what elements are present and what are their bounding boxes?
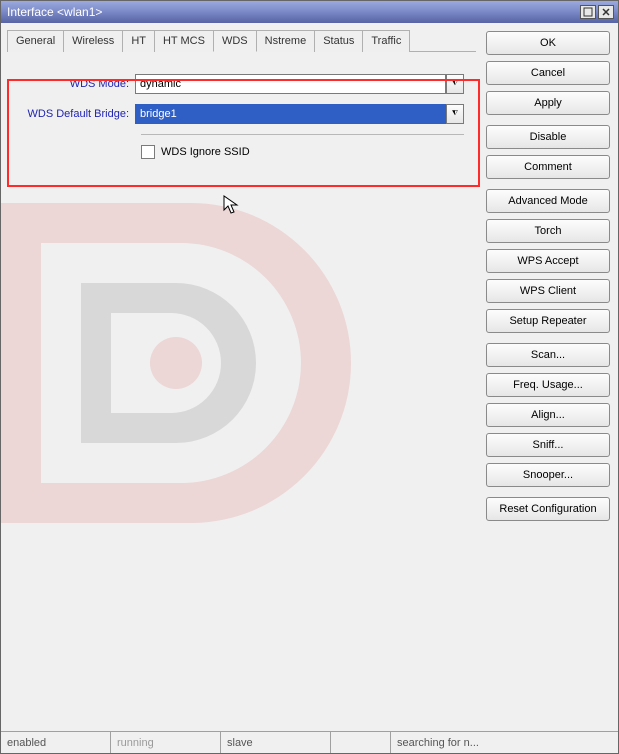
apply-button[interactable]: Apply (486, 91, 610, 115)
wds-mode-dropdown-button[interactable]: ⧨ (446, 74, 464, 94)
status-searching: searching for n... (391, 732, 618, 753)
status-slave: slave (221, 732, 331, 753)
separator-line (141, 134, 464, 135)
interface-window: Interface <wlan1> General Wireless HT HT… (0, 0, 619, 754)
window-title: Interface <wlan1> (5, 5, 578, 19)
status-empty (331, 732, 391, 753)
close-window-button[interactable] (598, 5, 614, 19)
tab-general[interactable]: General (7, 30, 64, 52)
ok-button[interactable]: OK (486, 31, 610, 55)
wds-bridge-label: WDS Default Bridge: (19, 108, 135, 120)
wds-mode-input[interactable] (135, 74, 446, 94)
wds-bridge-dropdown-button[interactable]: ⧨ (446, 104, 464, 124)
tab-wireless[interactable]: Wireless (63, 30, 123, 52)
tab-traffic[interactable]: Traffic (362, 30, 410, 52)
disable-button[interactable]: Disable (486, 125, 610, 149)
status-running: running (111, 732, 221, 753)
cancel-button[interactable]: Cancel (486, 61, 610, 85)
status-enabled: enabled (1, 732, 111, 753)
align-button[interactable]: Align... (486, 403, 610, 427)
advanced-mode-button[interactable]: Advanced Mode (486, 189, 610, 213)
wds-mode-row: WDS Mode: ⧨ (19, 74, 464, 94)
wds-bridge-combo[interactable]: ⧨ (135, 104, 464, 124)
torch-button[interactable]: Torch (486, 219, 610, 243)
mouse-cursor-icon (223, 195, 241, 215)
wds-mode-combo[interactable]: ⧨ (135, 74, 464, 94)
tab-nstreme[interactable]: Nstreme (256, 30, 316, 52)
status-bar: enabled running slave searching for n... (1, 731, 618, 753)
wds-ignore-checkbox[interactable] (141, 145, 155, 159)
reset-configuration-button[interactable]: Reset Configuration (486, 497, 610, 521)
minimize-window-button[interactable] (580, 5, 596, 19)
wds-bridge-row: WDS Default Bridge: ⧨ (19, 104, 464, 124)
right-button-column: OK Cancel Apply Disable Comment Advanced… (482, 23, 618, 731)
tab-ht[interactable]: HT (122, 30, 155, 52)
wds-form: WDS Mode: ⧨ WDS Default Bridge: ⧨ (7, 60, 476, 173)
freq-usage-button[interactable]: Freq. Usage... (486, 373, 610, 397)
wds-mode-label: WDS Mode: (19, 78, 135, 90)
wds-ignore-row: WDS Ignore SSID (19, 145, 464, 159)
comment-button[interactable]: Comment (486, 155, 610, 179)
left-column: General Wireless HT HT MCS WDS Nstreme S… (1, 23, 482, 731)
snooper-button[interactable]: Snooper... (486, 463, 610, 487)
chevron-down-icon: ⧨ (452, 110, 458, 118)
scan-button[interactable]: Scan... (486, 343, 610, 367)
wds-ignore-label: WDS Ignore SSID (161, 146, 250, 158)
tab-ht-mcs[interactable]: HT MCS (154, 30, 214, 52)
wds-bridge-input[interactable] (135, 104, 446, 124)
setup-repeater-button[interactable]: Setup Repeater (486, 309, 610, 333)
tab-wds[interactable]: WDS (213, 30, 257, 52)
content-area: General Wireless HT HT MCS WDS Nstreme S… (1, 23, 618, 731)
sniff-button[interactable]: Sniff... (486, 433, 610, 457)
wps-client-button[interactable]: WPS Client (486, 279, 610, 303)
tab-status[interactable]: Status (314, 30, 363, 52)
tab-strip: General Wireless HT HT MCS WDS Nstreme S… (1, 23, 482, 51)
titlebar[interactable]: Interface <wlan1> (1, 1, 618, 23)
chevron-down-icon: ⧨ (452, 80, 458, 88)
wps-accept-button[interactable]: WPS Accept (486, 249, 610, 273)
